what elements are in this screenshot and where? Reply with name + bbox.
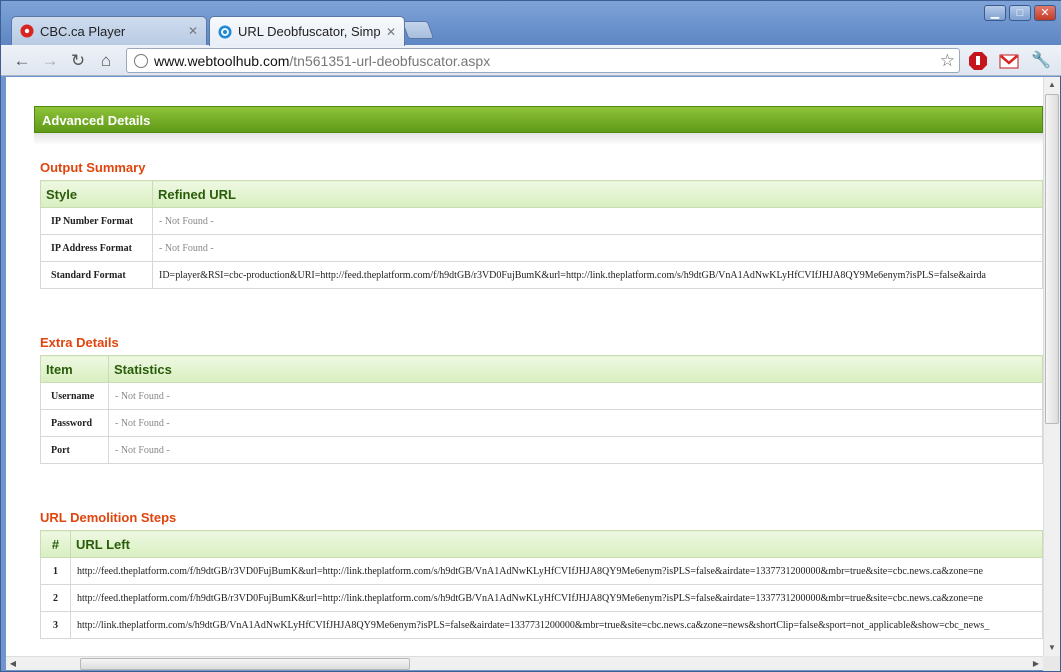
url-host: www.webtoolhub.com [154,52,290,69]
scroll-right-icon[interactable]: ▶ [1029,657,1043,670]
table-row: 2 http://feed.theplatform.com/f/h9dtGB/r… [40,584,1043,612]
page-content: Advanced Details Output Summary Style Re… [6,77,1043,656]
row-key: Standard Format [40,261,153,289]
step-number: 3 [40,611,71,639]
table-row: Standard Format ID=player&RSI=cbc-produc… [40,261,1043,289]
table-row: Username - Not Found - [40,382,1043,410]
column-header: URL Left [70,530,1043,558]
vertical-scroll-thumb[interactable] [1045,94,1059,424]
row-key: IP Address Format [40,234,153,262]
output-summary-table: Style Refined URL IP Number Format - Not… [40,180,1043,289]
tab-close-icon[interactable]: ✕ [188,24,198,38]
browser-toolbar: ← → ↻ ⌂ www.webtoolhub.com /tn561351-url… [1,45,1061,76]
adblock-icon[interactable] [968,51,988,71]
maximize-button[interactable]: □ [1009,5,1031,21]
wrench-icon[interactable]: 🔧 [1030,50,1052,72]
tab-title: URL Deobfuscator, Simplif [238,24,380,39]
step-url[interactable]: http://feed.theplatform.com/f/h9dtGB/r3V… [70,557,1043,585]
row-key: Port [40,436,109,464]
scrollbar-corner [1043,656,1060,671]
row-value: - Not Found - [152,207,1043,235]
url-path: /tn561351-url-deobfuscator.aspx [289,52,491,69]
row-key: Username [40,382,109,410]
column-header: Style [40,180,153,208]
demolition-steps-heading: URL Demolition Steps [40,510,177,525]
tab-title: CBC.ca Player [40,23,126,39]
cbc-favicon [20,24,34,38]
horizontal-scrollbar[interactable]: ◀ ▶ [6,656,1043,670]
row-value: - Not Found - [108,382,1043,410]
star-icon[interactable]: ☆ [940,51,955,71]
column-header: Item [40,355,109,383]
row-key: Password [40,409,109,437]
gmail-icon[interactable] [999,51,1019,71]
step-url[interactable]: http://link.theplatform.com/s/h9dtGB/VnA… [70,611,1043,639]
scroll-left-icon[interactable]: ◀ [6,657,20,670]
tab-close-icon[interactable]: ✕ [386,25,396,39]
column-header: Refined URL [152,180,1043,208]
browser-window: CBC.ca Player ✕ URL Deobfuscator, Simpli… [0,0,1061,672]
table-row: IP Number Format - Not Found - [40,207,1043,235]
refined-url-value[interactable]: ID=player&RSI=cbc-production&URI=http://… [152,261,1043,289]
globe-icon [134,53,148,68]
advanced-details-header: Advanced Details [34,106,1043,133]
title-bar: CBC.ca Player ✕ URL Deobfuscator, Simpli… [1,1,1061,46]
scroll-down-icon[interactable]: ▼ [1044,640,1060,656]
new-tab-button[interactable] [401,21,435,39]
step-url[interactable]: http://feed.theplatform.com/f/h9dtGB/r3V… [70,584,1043,612]
tab-url-deobfuscator[interactable]: URL Deobfuscator, Simplif ✕ [209,16,405,46]
close-window-button[interactable]: ✕ [1034,5,1056,21]
column-header: # [40,530,71,558]
back-icon[interactable]: ← [11,50,33,72]
row-value: - Not Found - [108,409,1043,437]
panel-shadow [34,133,1043,145]
extra-details-table: Item Statistics Username - Not Found - P… [40,355,1043,464]
row-key: IP Number Format [40,207,153,235]
table-row: 1 http://feed.theplatform.com/f/h9dtGB/r… [40,557,1043,585]
minimize-button[interactable]: ▁ [984,5,1006,21]
reload-icon[interactable]: ↻ [67,50,89,72]
address-bar[interactable]: www.webtoolhub.com /tn561351-url-deobfus… [126,48,960,73]
step-number: 1 [40,557,71,585]
forward-icon[interactable]: → [39,50,61,72]
row-value: - Not Found - [108,436,1043,464]
row-value: - Not Found - [152,234,1043,262]
table-row: IP Address Format - Not Found - [40,234,1043,262]
table-row: Password - Not Found - [40,409,1043,437]
demolition-steps-table: # URL Left 1 http://feed.theplatform.com… [40,530,1043,639]
table-row: Port - Not Found - [40,436,1043,464]
tab-cbc[interactable]: CBC.ca Player ✕ [11,16,207,45]
output-summary-heading: Output Summary [40,160,146,175]
extra-details-heading: Extra Details [40,335,119,350]
table-row: 3 http://link.theplatform.com/s/h9dtGB/V… [40,611,1043,639]
home-icon[interactable]: ⌂ [95,50,117,72]
horizontal-scroll-thumb[interactable] [80,658,410,670]
step-number: 2 [40,584,71,612]
scroll-up-icon[interactable]: ▲ [1044,77,1060,93]
vertical-scrollbar[interactable]: ▲ ▼ [1043,77,1060,656]
webtoolhub-favicon [218,25,232,38]
column-header: Statistics [108,355,1043,383]
